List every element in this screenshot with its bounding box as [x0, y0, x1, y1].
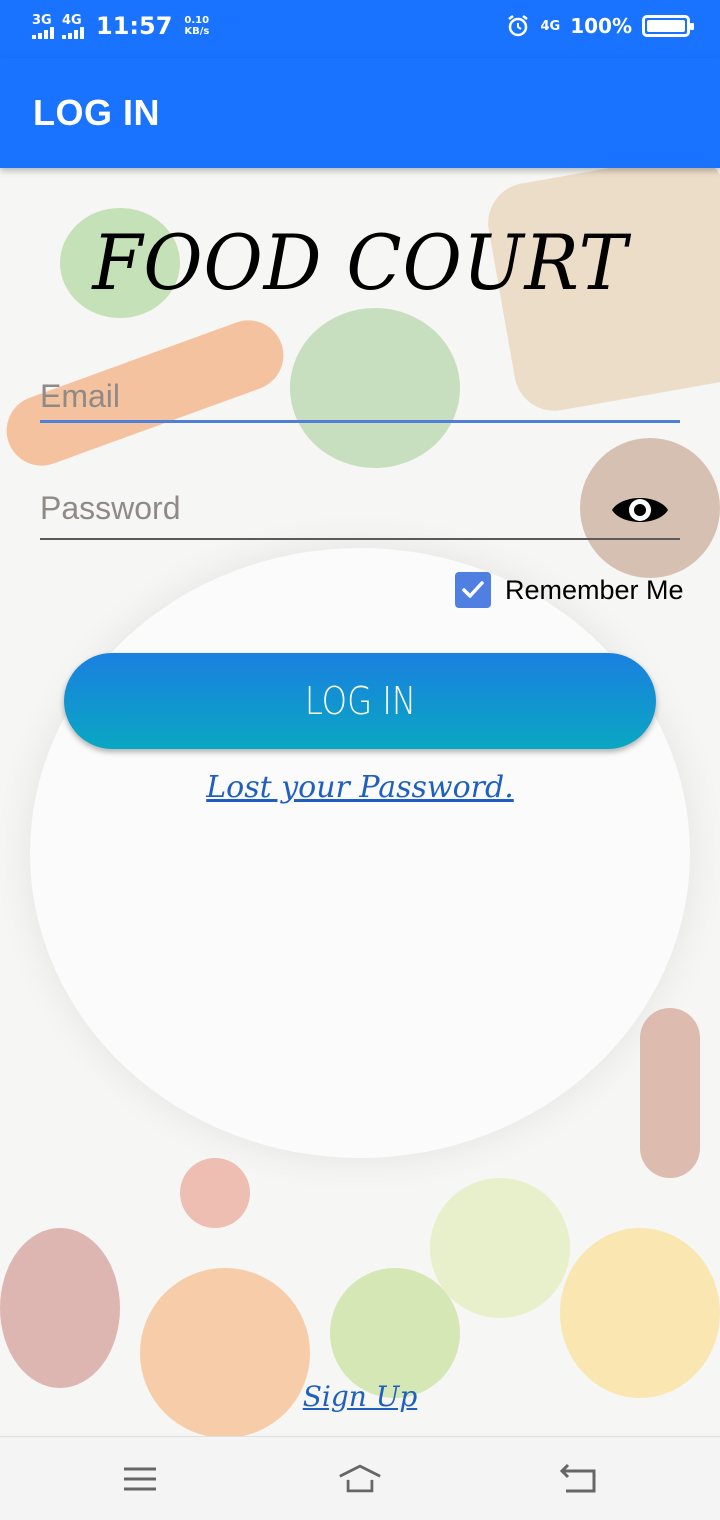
back-button[interactable]	[556, 1457, 600, 1501]
password-underline	[40, 538, 680, 540]
back-icon	[559, 1463, 596, 1493]
lost-password-link[interactable]: Lost your Password.	[0, 770, 720, 805]
app-bar: LOG IN	[0, 58, 720, 168]
battery-icon	[642, 15, 694, 37]
network-speed-unit: KB/s	[184, 26, 210, 37]
network-speed: 0.10 KB/s	[184, 15, 209, 37]
status-right: 4G 100%	[506, 14, 694, 38]
status-bar: 3G 4G 11:57 0.10 KB/s 4G 100%	[0, 0, 720, 58]
battery-fill	[647, 20, 685, 32]
eye-icon[interactable]	[610, 488, 670, 532]
email-underline	[40, 420, 680, 423]
signal-3g-label: 3G	[32, 12, 52, 28]
signal-4g-icon: 4G	[62, 14, 84, 39]
remember-label: Remember Me	[505, 574, 684, 605]
navigation-bar	[0, 1436, 720, 1520]
alarm-icon	[508, 15, 529, 37]
menu-button[interactable]	[118, 1457, 162, 1501]
login-button-label: LOG IN	[304, 679, 416, 723]
network-type: 4G	[540, 18, 561, 34]
menu-icon	[124, 1467, 156, 1491]
remember-checkbox[interactable]	[455, 572, 491, 608]
login-button[interactable]: LOG IN	[64, 653, 656, 749]
plate	[30, 548, 690, 1158]
app-name-heading: FOOD COURT	[92, 218, 628, 307]
page-title: LOG IN	[33, 92, 160, 133]
email-field[interactable]	[40, 366, 680, 426]
password-field[interactable]	[40, 478, 680, 538]
remember-me[interactable]: Remember Me	[455, 572, 684, 608]
sign-up-link[interactable]: Sign Up	[0, 1380, 720, 1413]
signal-4g-label: 4G	[62, 12, 82, 28]
status-left: 3G 4G 11:57 0.10 KB/s	[32, 12, 209, 40]
signal-3g-icon: 3G	[32, 14, 54, 39]
home-button[interactable]	[338, 1457, 382, 1501]
check-icon	[462, 581, 484, 598]
battery-percent: 100%	[570, 14, 632, 38]
home-icon	[339, 1464, 381, 1493]
clock: 11:57	[96, 12, 173, 40]
network-speed-value: 0.10	[184, 15, 210, 26]
